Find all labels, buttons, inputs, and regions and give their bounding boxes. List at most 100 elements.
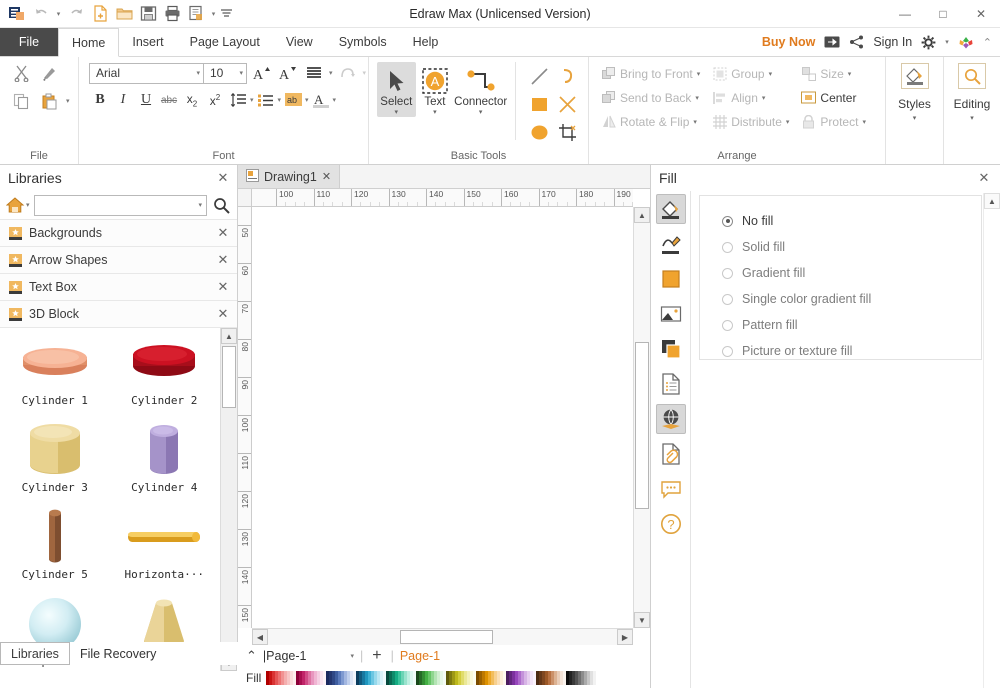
libraries-scrollbar[interactable]: ▲ ▼	[220, 328, 237, 671]
group-button[interactable]: Group ▾	[708, 62, 793, 85]
shape-item-cylinder-3[interactable]: Cylinder 3	[0, 419, 110, 506]
font-size-dropdown-icon[interactable]: ▾	[239, 69, 243, 77]
radio-gradient-fill[interactable]	[722, 268, 733, 279]
connector-tool[interactable]: Connector ▾	[454, 62, 507, 117]
shape-item-cylinder-4[interactable]: Cylinder 4	[110, 419, 220, 506]
editing-dropdown-icon[interactable]: ▾	[970, 114, 974, 122]
editing-button[interactable]: Editing ▾	[944, 57, 1000, 122]
libraries-close-icon[interactable]: ✕	[215, 170, 231, 186]
fill-icon[interactable]	[656, 194, 686, 224]
fill-option-single-color-gradient-fill[interactable]: Single color gradient fill	[722, 286, 981, 312]
horizontal-ruler[interactable]: 100110120130140150160170180190	[252, 189, 633, 207]
drawing-page[interactable]	[252, 207, 633, 628]
text-tool[interactable]: A Text ▾	[416, 62, 455, 117]
hyperlink-globe-icon[interactable]	[656, 404, 686, 434]
canvas-horizontal-scroll-thumb[interactable]	[400, 630, 493, 644]
freeform-shape-tool[interactable]	[555, 91, 581, 117]
new-file-icon[interactable]	[89, 3, 111, 25]
radio-pattern-fill[interactable]	[722, 320, 733, 331]
font-name-dropdown-icon[interactable]: ▾	[196, 69, 200, 77]
home-icon[interactable]: ▾	[6, 197, 30, 214]
highlight-dropdown-icon[interactable]: ▾	[305, 96, 309, 104]
grow-font-button[interactable]: A	[251, 62, 273, 84]
canvas-scroll-up-button[interactable]: ▲	[634, 207, 650, 223]
select-tool-dropdown-icon[interactable]: ▾	[395, 108, 399, 117]
collapse-ribbon-icon[interactable]: ⌃	[983, 36, 992, 49]
group-dropdown-icon[interactable]: ▾	[769, 70, 773, 78]
shape-layers-icon[interactable]	[656, 334, 686, 364]
tab-home[interactable]: Home	[58, 28, 119, 57]
text-rotate-dropdown-icon[interactable]: ▾	[363, 69, 367, 77]
copy-button[interactable]	[10, 90, 32, 112]
align-button[interactable]: Align ▾	[708, 86, 793, 109]
cut-button[interactable]	[10, 62, 32, 84]
picture-icon[interactable]	[656, 299, 686, 329]
libraries-scroll-up-button[interactable]: ▲	[221, 328, 237, 344]
fill-panel-close-icon[interactable]: ✕	[976, 170, 992, 186]
center-button[interactable]: Center	[797, 86, 870, 109]
comment-icon[interactable]	[656, 474, 686, 504]
size-button[interactable]: Size ▾	[797, 62, 870, 85]
help-icon[interactable]: ?	[656, 509, 686, 539]
rectangle-shape-tool[interactable]	[527, 91, 553, 117]
canvas-scroll-right-button[interactable]: ▶	[617, 629, 633, 645]
font-color-dropdown-icon[interactable]: ▾	[333, 96, 337, 104]
paste-button[interactable]	[38, 90, 60, 112]
styles-dropdown-icon[interactable]: ▾	[913, 114, 917, 122]
shadow-color-icon[interactable]	[656, 264, 686, 294]
vertical-ruler[interactable]: 5060708090100110120130140150	[238, 207, 252, 628]
tab-symbols[interactable]: Symbols	[326, 28, 400, 56]
search-input[interactable]	[39, 198, 199, 212]
add-page-button[interactable]: +	[369, 647, 384, 665]
library-category-close-icon[interactable]: ✕	[215, 306, 231, 322]
bullet-list-dropdown-icon[interactable]: ▾	[278, 96, 282, 104]
text-rotate-button[interactable]	[337, 62, 359, 84]
fill-option-pattern-fill[interactable]: Pattern fill	[722, 312, 981, 338]
app-logo-icon[interactable]	[6, 3, 28, 25]
tab-view[interactable]: View	[273, 28, 326, 56]
library-category-backgrounds[interactable]: Backgrounds ✕	[0, 219, 237, 246]
search-input-wrap[interactable]: ▾	[34, 195, 207, 216]
font-name-input[interactable]: Arial ▾	[89, 63, 204, 84]
paste-dropdown-icon[interactable]: ▾	[66, 97, 70, 105]
line-spacing-dropdown-icon[interactable]: ▾	[250, 96, 254, 104]
canvas-vertical-scroll-thumb[interactable]	[635, 342, 649, 509]
tab-libraries[interactable]: Libraries	[0, 642, 70, 665]
align-text-button[interactable]	[303, 62, 325, 84]
fill-panel-scroll-up-button[interactable]: ▲	[984, 193, 1000, 209]
open-folder-icon[interactable]	[113, 3, 135, 25]
shrink-font-button[interactable]: A	[277, 62, 299, 84]
fill-option-picture-or-texture-fill[interactable]: Picture or texture fill	[722, 338, 981, 364]
line-spacing-button[interactable]	[227, 89, 249, 111]
edraw-cloud-icon[interactable]	[958, 35, 974, 50]
distribute-dropdown-icon[interactable]: ▾	[786, 118, 790, 126]
print-icon[interactable]	[161, 3, 183, 25]
font-color-button[interactable]: A	[310, 89, 332, 111]
line-shape-tool[interactable]	[527, 63, 553, 89]
share-export-icon[interactable]	[824, 35, 840, 49]
home-dropdown-icon[interactable]: ▾	[26, 201, 30, 209]
page-collapse-icon[interactable]: ⌃	[246, 648, 257, 664]
bullet-list-button[interactable]	[255, 89, 277, 111]
qat-more-icon[interactable]	[220, 3, 232, 25]
shape-item-cylinder-2[interactable]: Cylinder 2	[110, 332, 220, 419]
select-tool[interactable]: Select ▾	[377, 62, 416, 117]
strikethrough-button[interactable]: abc	[158, 89, 180, 111]
document-tab-close-icon[interactable]: ✕	[322, 170, 331, 183]
minimize-button[interactable]: —	[886, 0, 924, 28]
tab-page-layout[interactable]: Page Layout	[177, 28, 273, 56]
search-icon-button[interactable]	[211, 197, 231, 214]
connector-tool-dropdown-icon[interactable]: ▾	[479, 108, 483, 117]
page-selector-dropdown-icon[interactable]: ▾	[350, 652, 354, 660]
superscript-button[interactable]: x2	[204, 89, 226, 111]
fill-option-no-fill[interactable]: No fill	[722, 208, 981, 234]
fill-panel-scrollbar[interactable]: ▲	[983, 193, 1000, 688]
qat-dropdown-icon[interactable]: ▾	[209, 3, 218, 25]
shape-item-cylinder-1[interactable]: Cylinder 1	[0, 332, 110, 419]
protect-button[interactable]: Protect ▾	[797, 110, 870, 133]
crop-tool[interactable]	[555, 119, 581, 145]
undo-icon[interactable]	[30, 3, 52, 25]
library-category-close-icon[interactable]: ✕	[215, 279, 231, 295]
fill-option-solid-fill[interactable]: Solid fill	[722, 234, 981, 260]
radio-picture-or-texture-fill[interactable]	[722, 346, 733, 357]
